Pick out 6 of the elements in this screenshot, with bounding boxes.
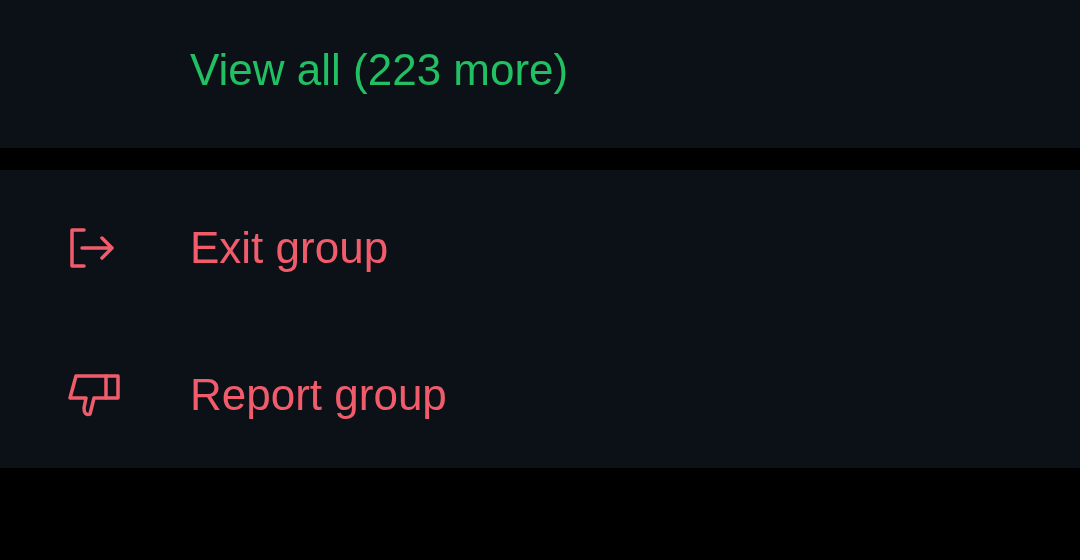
thumbs-down-icon xyxy=(66,371,122,418)
menu-item-label: Report group xyxy=(190,368,447,421)
menu-item-label: Exit group xyxy=(190,221,389,274)
view-all-link[interactable]: View all (223 more) xyxy=(190,37,569,111)
menu-item[interactable]: Report group xyxy=(0,321,1080,468)
menu-item[interactable]: Exit group xyxy=(0,174,1080,321)
